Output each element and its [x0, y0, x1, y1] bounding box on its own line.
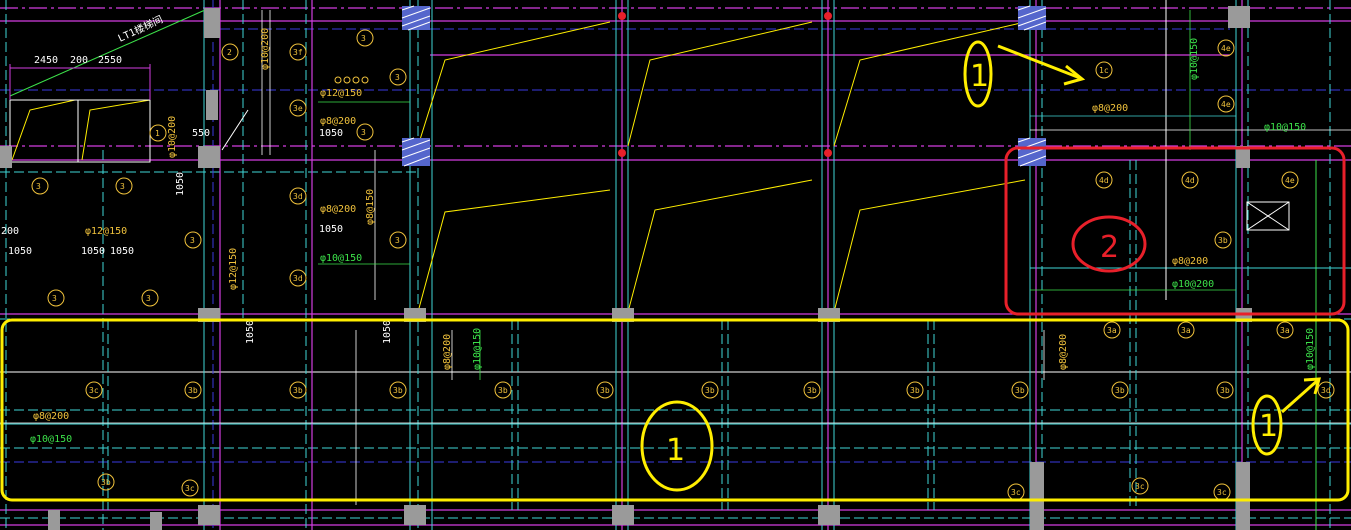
svg-text:φ8@200: φ8@200	[442, 334, 453, 370]
svg-text:φ8@200: φ8@200	[1058, 334, 1069, 370]
svg-text:3: 3	[361, 34, 366, 43]
arrow-note-top: 1	[963, 40, 1086, 108]
svg-text:3: 3	[146, 294, 151, 303]
svg-text:3: 3	[395, 236, 400, 245]
svg-text:φ8@150: φ8@150	[365, 189, 376, 225]
svg-text:1c: 1c	[1099, 66, 1109, 75]
svg-text:3: 3	[52, 294, 57, 303]
svg-text:3: 3	[395, 73, 400, 82]
svg-text:3: 3	[120, 182, 125, 191]
svg-text:3a: 3a	[1181, 326, 1191, 335]
svg-text:φ10@150: φ10@150	[1264, 122, 1306, 133]
svg-text:4e: 4e	[1221, 100, 1231, 109]
rebar-lines	[0, 10, 1351, 505]
svg-text:φ12@150: φ12@150	[228, 248, 239, 290]
svg-text:1050: 1050	[175, 172, 186, 196]
svg-text:1050: 1050	[245, 320, 256, 344]
svg-text:φ8@200: φ8@200	[1092, 103, 1128, 114]
svg-text:φ10@150: φ10@150	[472, 328, 483, 370]
bar-dots	[334, 76, 369, 84]
svg-text:1: 1	[970, 59, 989, 94]
svg-text:3b: 3b	[807, 386, 817, 395]
svg-text:2: 2	[1100, 230, 1119, 265]
svg-text:3b: 3b	[1218, 236, 1228, 245]
svg-text:3c: 3c	[185, 484, 195, 493]
svg-text:3b: 3b	[910, 386, 920, 395]
svg-text:φ12@150: φ12@150	[320, 88, 362, 99]
svg-text:3a: 3a	[1280, 326, 1290, 335]
circle-2-markup: 2	[1071, 215, 1147, 273]
svg-text:3: 3	[36, 182, 41, 191]
svg-text:200: 200	[1, 226, 19, 237]
svg-text:φ10@200: φ10@200	[260, 28, 271, 70]
svg-text:φ10@200: φ10@200	[167, 116, 178, 158]
opening-box	[1246, 201, 1290, 231]
red-nodes	[618, 12, 832, 157]
cad-drawing: 3 3 3 3 3 2 3f 3e 3d 3d 3 3 3 3 1 3c 3b …	[0, 0, 1351, 530]
svg-text:3d: 3d	[293, 192, 303, 201]
svg-text:2450: 2450	[34, 55, 58, 66]
svg-text:3c: 3c	[1217, 488, 1227, 497]
svg-text:3b: 3b	[293, 386, 303, 395]
svg-text:3b: 3b	[1115, 386, 1125, 395]
svg-text:3d: 3d	[1321, 386, 1331, 395]
svg-text:2: 2	[227, 48, 232, 57]
arrow-note-right: 1	[1251, 377, 1321, 456]
svg-text:1: 1	[155, 129, 160, 138]
svg-text:3f: 3f	[293, 48, 303, 57]
svg-text:φ8@200: φ8@200	[320, 204, 356, 215]
svg-text:1050: 1050	[81, 246, 105, 257]
svg-text:3b: 3b	[498, 386, 508, 395]
svg-text:φ10@150: φ10@150	[1305, 328, 1316, 370]
svg-text:3b: 3b	[393, 386, 403, 395]
svg-text:4e: 4e	[1221, 44, 1231, 53]
svg-text:3: 3	[190, 236, 195, 245]
svg-text:1: 1	[1259, 409, 1278, 444]
svg-text:φ8@200: φ8@200	[320, 116, 356, 127]
svg-text:3c: 3c	[89, 386, 99, 395]
svg-text:3b: 3b	[101, 478, 111, 487]
hatched-columns	[401, 5, 1047, 167]
svg-text:3: 3	[361, 128, 366, 137]
svg-text:φ10@150: φ10@150	[30, 434, 72, 445]
svg-text:1050: 1050	[319, 224, 343, 235]
svg-text:φ8@200: φ8@200	[33, 411, 69, 422]
svg-text:3b: 3b	[600, 386, 610, 395]
svg-text:3d: 3d	[293, 274, 303, 283]
stair-box	[9, 64, 151, 163]
svg-text:3c: 3c	[1135, 482, 1145, 491]
svg-text:1050: 1050	[110, 246, 134, 257]
svg-text:1: 1	[666, 433, 685, 468]
svg-text:φ10@150: φ10@150	[1189, 38, 1200, 80]
svg-text:3b: 3b	[1220, 386, 1230, 395]
svg-text:200: 200	[70, 55, 88, 66]
svg-text:φ8@200: φ8@200	[1172, 256, 1208, 267]
svg-text:φ12@150: φ12@150	[85, 226, 127, 237]
svg-text:3e: 3e	[293, 104, 303, 113]
svg-text:3b: 3b	[1015, 386, 1025, 395]
svg-text:3c: 3c	[1011, 488, 1021, 497]
svg-text:1050: 1050	[382, 320, 393, 344]
svg-text:4d: 4d	[1099, 176, 1109, 185]
svg-text:3b: 3b	[705, 386, 715, 395]
svg-text:φ10@200: φ10@200	[1172, 279, 1214, 290]
svg-text:4e: 4e	[1285, 176, 1295, 185]
svg-text:550: 550	[192, 128, 210, 139]
svg-text:3a: 3a	[1107, 326, 1117, 335]
svg-text:1050: 1050	[319, 128, 343, 139]
svg-text:4d: 4d	[1185, 176, 1195, 185]
svg-text:1050: 1050	[8, 246, 32, 257]
svg-text:2550: 2550	[98, 55, 122, 66]
svg-text:LT1楼梯间: LT1楼梯间	[116, 13, 165, 45]
svg-text:φ10@150: φ10@150	[320, 253, 362, 264]
svg-text:3b: 3b	[188, 386, 198, 395]
dimension-labels: 2450 200 2550 LT1楼梯间 200 1050 1050 1050 …	[1, 13, 393, 344]
circle-1-markup: 1	[640, 400, 714, 492]
